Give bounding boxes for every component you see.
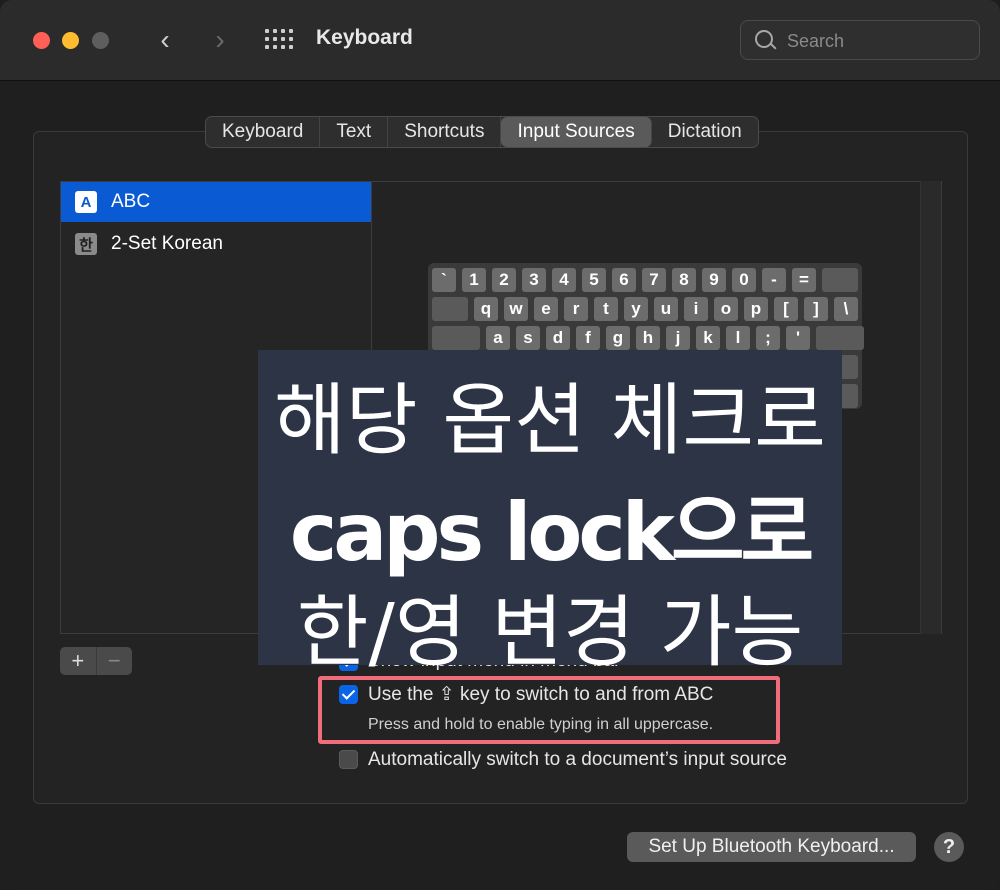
tab-bar: Keyboard Text Shortcuts Input Sources Di… <box>205 116 759 148</box>
key: j <box>666 326 690 350</box>
search-input[interactable] <box>785 28 969 54</box>
key: 9 <box>702 268 726 292</box>
tab-keyboard[interactable]: Keyboard <box>206 117 321 147</box>
key: i <box>684 297 708 321</box>
key: ] <box>804 297 828 321</box>
key: s <box>516 326 540 350</box>
caption-line-2: caps lock으로 <box>289 486 814 579</box>
back-icon[interactable]: ‹ <box>150 22 180 58</box>
key: k <box>696 326 720 350</box>
key: g <box>606 326 630 350</box>
key: = <box>792 268 816 292</box>
auto-switch-label: Automatically switch to a document’s inp… <box>368 749 787 770</box>
list-item-label: ABC <box>111 191 151 212</box>
key: r <box>564 297 588 321</box>
key: ' <box>786 326 810 350</box>
close-button[interactable] <box>33 32 50 49</box>
setup-bluetooth-keyboard-button[interactable]: Set Up Bluetooth Keyboard... <box>627 832 916 862</box>
key-delete <box>822 268 858 292</box>
key-caps <box>432 326 480 350</box>
zoom-button[interactable] <box>92 32 109 49</box>
annotation-caption: 해당 옵션 체크로 caps lock으로 한/영 변경 가능 <box>258 350 842 678</box>
preferences-window: ‹ › Keyboard Keyboard Text Shortcuts Inp… <box>0 0 1000 890</box>
tab-shortcuts[interactable]: Shortcuts <box>388 117 502 147</box>
key: t <box>594 297 618 321</box>
help-icon[interactable]: ? <box>934 832 964 862</box>
key: 6 <box>612 268 636 292</box>
list-item-label: 2-Set Korean <box>111 233 223 254</box>
key: o <box>714 297 738 321</box>
key: e <box>534 297 558 321</box>
key: d <box>546 326 570 350</box>
key: \ <box>834 297 858 321</box>
list-item-korean[interactable]: 한 2-Set Korean <box>61 224 371 264</box>
key: 7 <box>642 268 666 292</box>
key: h <box>636 326 660 350</box>
abc-badge-icon: A <box>75 191 97 213</box>
search-field[interactable] <box>740 20 980 60</box>
tab-input-sources[interactable]: Input Sources <box>501 117 652 147</box>
key: q <box>474 297 498 321</box>
key: l <box>726 326 750 350</box>
key: - <box>762 268 786 292</box>
key: ` <box>432 268 456 292</box>
key: y <box>624 297 648 321</box>
remove-source-button[interactable]: − <box>95 647 133 675</box>
annotation-highlight-box <box>318 676 780 744</box>
key: 4 <box>552 268 576 292</box>
show-all-grid-icon[interactable] <box>265 29 293 51</box>
key: 3 <box>522 268 546 292</box>
tab-dictation[interactable]: Dictation <box>652 117 758 147</box>
key-return <box>816 326 864 350</box>
key: 0 <box>732 268 756 292</box>
key-row-3: a s d f g h j k l ; ' <box>432 326 864 350</box>
key: u <box>654 297 678 321</box>
key: 5 <box>582 268 606 292</box>
key: 2 <box>492 268 516 292</box>
search-icon <box>755 30 773 48</box>
title-bar: ‹ › Keyboard <box>0 0 1000 81</box>
scrollbar[interactable] <box>920 181 941 634</box>
key-row-1: ` 1 2 3 4 5 6 7 8 9 0 - = <box>432 268 858 292</box>
key: [ <box>774 297 798 321</box>
key: 8 <box>672 268 696 292</box>
key: w <box>504 297 528 321</box>
key: 1 <box>462 268 486 292</box>
key: f <box>576 326 600 350</box>
key: ; <box>756 326 780 350</box>
add-remove-control: + − <box>60 647 132 675</box>
caption-line-1: 해당 옵션 체크로 <box>274 376 826 466</box>
list-item-abc[interactable]: A ABC <box>61 182 371 222</box>
caption-line-3: 한/영 변경 가능 <box>296 588 804 678</box>
key-tab <box>432 297 468 321</box>
auto-switch-checkbox[interactable] <box>339 750 358 769</box>
korean-badge-icon: 한 <box>75 233 97 255</box>
window-title: Keyboard <box>316 26 413 49</box>
minimize-button[interactable] <box>62 32 79 49</box>
key-row-2: q w e r t y u i o p [ ] \ <box>432 297 858 321</box>
key: p <box>744 297 768 321</box>
add-source-button[interactable]: + <box>60 647 96 675</box>
forward-icon[interactable]: › <box>205 22 235 58</box>
key: a <box>486 326 510 350</box>
tab-text[interactable]: Text <box>320 117 389 147</box>
